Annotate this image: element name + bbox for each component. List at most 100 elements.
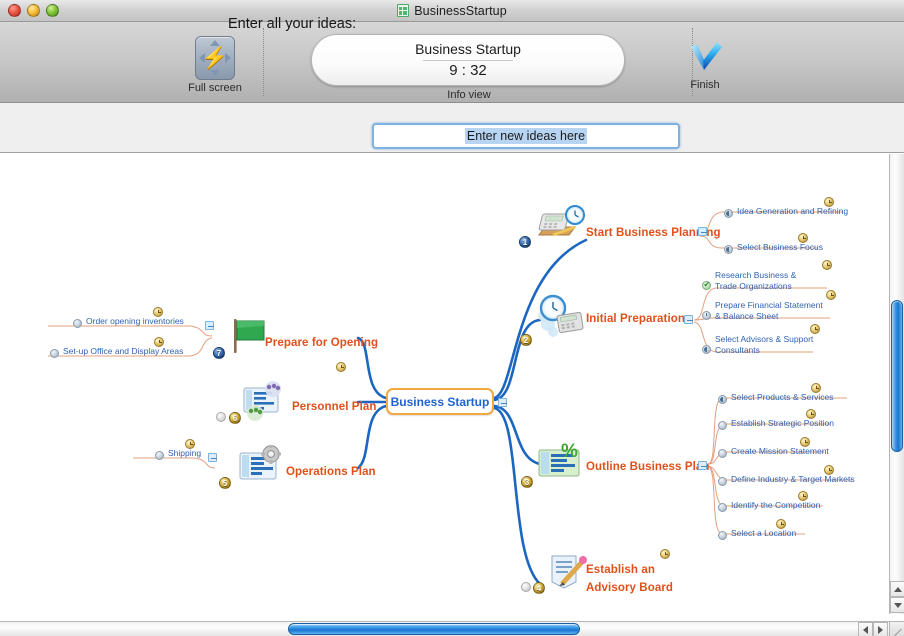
branch-badge-2[interactable]: 2: [520, 334, 532, 346]
gear-chart-icon: [236, 444, 282, 492]
subnode-status-bullet[interactable]: [155, 451, 164, 460]
window-title: BusinessStartup: [397, 4, 507, 18]
branch-badge-7[interactable]: 7: [213, 347, 225, 359]
subnode-status-bullet[interactable]: [50, 349, 59, 358]
horizontal-scrollbar-thumb[interactable]: [288, 623, 580, 635]
subnode-prepare-financial-statement[interactable]: Prepare Financial Statement & Balance Sh…: [702, 290, 836, 321]
clock-calculator-icon: [534, 294, 586, 347]
info-view-label: Info view: [447, 89, 491, 101]
clock-icon: [798, 491, 808, 501]
branch-node-outline-business-plan[interactable]: Outline Business Plan: [586, 457, 710, 475]
finish-button[interactable]: Finish: [660, 35, 750, 91]
canvas-bottom-padding: [0, 614, 889, 621]
clock-icon: [806, 409, 816, 419]
info-timer: 9 : 32: [449, 62, 487, 79]
subnode-order-opening-inventories[interactable]: Order opening inventories: [73, 307, 184, 328]
window-controls: [8, 4, 59, 17]
subnode-status-bullet[interactable]: [718, 421, 727, 430]
resize-grip[interactable]: [889, 621, 904, 636]
subnode-setup-office-display-areas[interactable]: Set-up Office and Display Areas: [50, 337, 183, 358]
fullscreen-button[interactable]: ⚡ Full screen: [170, 36, 260, 94]
subnode-define-industry-target-markets[interactable]: Define Industry & Target Markets: [718, 465, 855, 486]
subnode-select-a-location[interactable]: Select a Location: [718, 519, 796, 540]
subnode-shipping[interactable]: Shipping: [155, 439, 201, 460]
subnode-select-products-services[interactable]: Select Products & Services: [718, 383, 834, 404]
subnode-select-business-focus[interactable]: Select Business Focus: [724, 233, 823, 254]
collapse-toggle-outline-business-plan[interactable]: [698, 461, 707, 470]
branch-bullet-advisory-board[interactable]: [521, 582, 531, 592]
mindmap-canvas[interactable]: Business Startup 1 Start Business Planni…: [0, 154, 889, 614]
subnode-status-bullet[interactable]: [718, 477, 727, 486]
branch-badge-5[interactable]: 5: [219, 477, 231, 489]
clock-icon: [776, 519, 786, 529]
info-title: Business Startup: [415, 41, 521, 57]
vertical-scrollbar-thumb[interactable]: [891, 300, 903, 452]
scroll-right-button[interactable]: [873, 622, 888, 636]
info-pill[interactable]: Business Startup 9 : 32: [311, 34, 625, 86]
subnode-status-bullet[interactable]: [702, 345, 711, 354]
collapse-toggle-start-business-planning[interactable]: [698, 227, 707, 236]
clock-icon: [153, 307, 163, 317]
clock-icon: [824, 197, 834, 207]
application-window: BusinessStartup ⚡ Full screen Business S…: [0, 0, 904, 636]
scroll-down-button[interactable]: [890, 597, 904, 613]
subnode-idea-generation[interactable]: Idea Generation and Refining: [724, 197, 848, 218]
subnode-research-business-trade[interactable]: Research Business & Trade Organizations: [702, 260, 832, 291]
toolbar: ⚡ Full screen Business Startup 9 : 32 In…: [0, 22, 904, 103]
info-view[interactable]: Business Startup 9 : 32 Info view: [311, 34, 627, 101]
subnode-status-bullet[interactable]: [718, 449, 727, 458]
idea-input[interactable]: Enter new ideas here: [372, 123, 680, 149]
branch-node-personnel-plan[interactable]: Personnel Plan: [292, 397, 376, 415]
window-title-text: BusinessStartup: [414, 3, 507, 18]
subnode-establish-strategic-position[interactable]: Establish Strategic Position: [718, 409, 834, 430]
minimize-button[interactable]: [27, 4, 40, 17]
subnode-status-bullet[interactable]: [718, 531, 727, 540]
close-button[interactable]: [8, 4, 21, 17]
horizontal-scrollbar[interactable]: [0, 621, 889, 636]
central-node-collapse-toggle[interactable]: [498, 398, 507, 407]
clock-icon: [811, 383, 821, 393]
people-chart-icon: [240, 380, 286, 427]
clock-icon: [185, 439, 195, 449]
branch-node-initial-preparation[interactable]: Initial Preparation: [586, 309, 685, 327]
clock-icon: [824, 465, 834, 475]
subnode-create-mission-statement[interactable]: Create Mission Statement: [718, 437, 829, 458]
branch-badge-1[interactable]: 1: [519, 236, 531, 248]
clock-icon: [810, 324, 820, 334]
branch-node-prepare-for-opening[interactable]: Prepare for Opening: [265, 333, 378, 351]
subnode-status-bullet-done[interactable]: [702, 280, 711, 290]
scroll-left-button[interactable]: [858, 622, 873, 636]
clock-icon: [798, 233, 808, 243]
subnode-select-advisors[interactable]: Select Advisors & Support Consultants: [702, 324, 822, 355]
subnode-status-bullet-clock[interactable]: [702, 311, 711, 320]
vertical-scrollbar[interactable]: [889, 154, 904, 614]
svg-text:%: %: [561, 441, 578, 462]
clock-icon: [154, 337, 164, 347]
subnode-status-bullet[interactable]: [724, 245, 733, 254]
scroll-up-button[interactable]: [890, 581, 904, 597]
central-node[interactable]: Business Startup: [386, 388, 494, 415]
clock-icon: [822, 260, 832, 270]
branch-node-operations-plan[interactable]: Operations Plan: [286, 462, 376, 480]
branch-badge-4[interactable]: 4: [533, 582, 545, 594]
central-node-label: Business Startup: [390, 394, 490, 409]
collapse-toggle-operations-plan[interactable]: [208, 453, 217, 462]
subnode-status-bullet[interactable]: [724, 209, 733, 218]
blue-checkmark-icon: [682, 35, 728, 81]
collapse-toggle-initial-preparation[interactable]: [684, 315, 693, 324]
fullscreen-lightning-icon: ⚡: [195, 36, 235, 80]
subnode-identify-the-competition[interactable]: Identify the Competition: [718, 491, 820, 512]
toolbar-divider-left: [263, 28, 264, 96]
info-divider: [423, 60, 513, 61]
title-bar: BusinessStartup: [0, 0, 904, 22]
branch-badge-3[interactable]: 3: [521, 476, 533, 488]
branch-bullet-personnel-plan[interactable]: [216, 412, 226, 422]
subnode-status-bullet[interactable]: [73, 319, 82, 328]
idea-input-value[interactable]: Enter new ideas here: [464, 128, 588, 144]
document-icon: [397, 4, 410, 17]
branch-node-establish-advisory-board[interactable]: Establish an Advisory Board: [586, 560, 690, 596]
zoom-button[interactable]: [46, 4, 59, 17]
subnode-status-bullet[interactable]: [718, 395, 727, 404]
subnode-status-bullet[interactable]: [718, 503, 727, 512]
collapse-toggle-prepare-for-opening[interactable]: [205, 321, 214, 330]
